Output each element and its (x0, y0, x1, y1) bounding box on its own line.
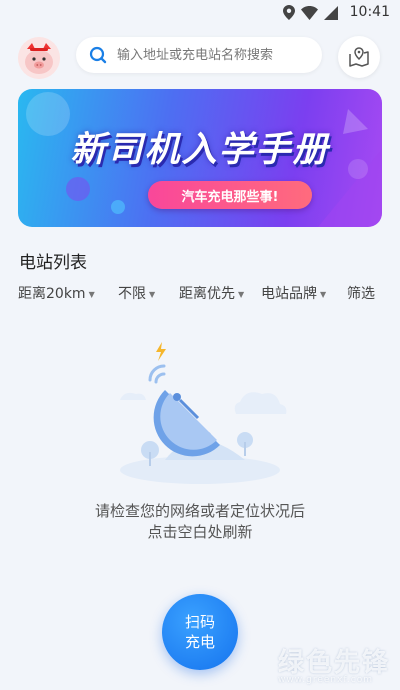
search-icon (89, 46, 107, 64)
filter-bar: 距离20km ▼ 不限 ▼ 距离优先 ▼ 电站品牌 ▼ 筛选 (18, 283, 388, 303)
scan-charge-button[interactable]: 扫码 充电 (162, 594, 238, 670)
map-button[interactable] (338, 36, 380, 78)
location-icon (283, 5, 295, 20)
lightning-icon (156, 342, 166, 361)
station-list-title: 电站列表 (19, 253, 87, 273)
filter-limit[interactable]: 不限 ▼ (118, 283, 155, 303)
caret-down-icon: ▼ (149, 289, 156, 299)
avatar[interactable] (18, 37, 60, 79)
empty-message-line1: 请检查您的网络或者定位状况后 (94, 502, 305, 520)
filter-sort[interactable]: 距离优先 ▼ (179, 283, 244, 303)
search-bar[interactable] (76, 37, 322, 73)
search-input[interactable] (115, 46, 319, 64)
pig-mascot-icon (18, 37, 60, 79)
promo-banner[interactable]: 新司机入学手册 汽车充电那些事! (18, 89, 382, 227)
scan-charge-label-2: 充电 (184, 633, 215, 651)
status-bar: 10:41 (0, 0, 400, 26)
filter-distance[interactable]: 距离20km ▼ (18, 283, 95, 303)
banner-subtitle-pill[interactable]: 汽车充电那些事! (148, 181, 312, 209)
map-location-icon (349, 47, 369, 67)
filter-brand-label: 电站品牌 (261, 286, 317, 302)
filter-limit-label: 不限 (118, 286, 146, 302)
status-icons (283, 5, 338, 20)
scan-charge-label-1: 扫码 (184, 613, 215, 631)
signal-icon (324, 5, 338, 20)
caret-down-icon: ▼ (88, 289, 95, 299)
status-time: 10:41 (349, 4, 390, 20)
wifi-icon (301, 5, 318, 20)
satellite-dish-illustration (118, 342, 287, 484)
empty-message-line2[interactable]: 点击空白处刷新 (0, 522, 400, 543)
caret-down-icon: ▼ (238, 289, 245, 299)
watermark: 绿色先锋 www.greenxf.com (278, 642, 390, 685)
filter-more-label: 筛选 (347, 286, 375, 302)
filter-brand[interactable]: 电站品牌 ▼ (261, 283, 326, 303)
caret-down-icon: ▼ (320, 289, 327, 299)
filter-more[interactable]: 筛选 (347, 283, 375, 303)
banner-title: 新司机入学手册 (70, 130, 330, 170)
filter-sort-label: 距离优先 (179, 286, 235, 302)
filter-distance-label: 距离20km (18, 286, 86, 302)
watermark-main: 绿色先锋 (277, 648, 390, 678)
